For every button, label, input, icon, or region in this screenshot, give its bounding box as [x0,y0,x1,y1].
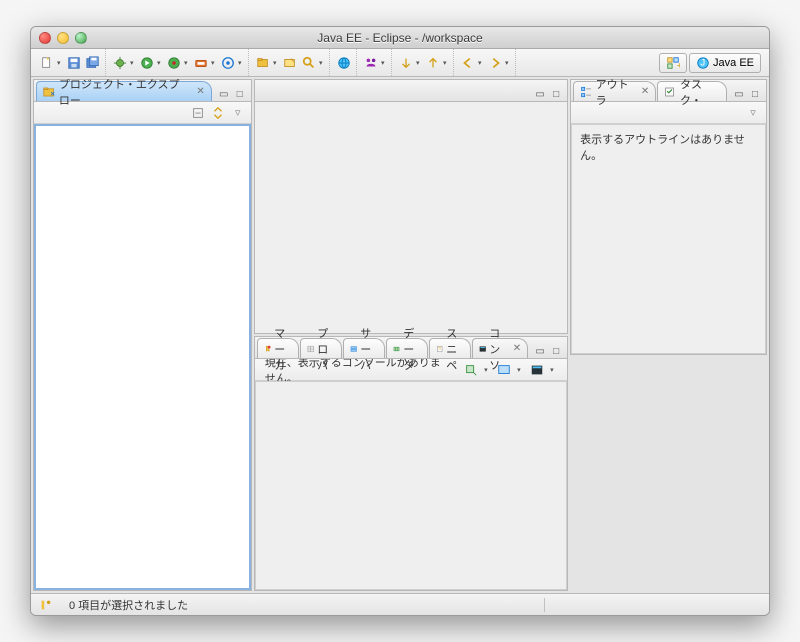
open-console-button[interactable] [528,361,546,379]
forward-button[interactable] [486,54,504,72]
bottom-tabrow: マーカ プロパ サーバ データ スニペ コンソ✕ ▭ □ [255,337,567,359]
console-tab[interactable]: コンソ✕ [472,338,528,358]
servers-tab[interactable]: サーバ [343,338,385,358]
perspective-switcher: + J Java EE [655,53,765,73]
data-tab[interactable]: データ [386,338,428,358]
status-selection-text: 0 項目が選択されました [69,597,188,613]
minimize-outline-button[interactable]: ▭ [732,87,746,101]
nav-next-dropdown[interactable]: ▾ [443,59,450,67]
outline-view: アウトラ✕ タスク・ ▭ □ ▿ 表示するアウトラインはありません。 [570,79,767,355]
new-dropdown[interactable]: ▾ [57,59,64,67]
editor-body[interactable] [255,102,567,333]
collapse-all-button[interactable] [189,104,207,122]
bottom-view: マーカ プロパ サーバ データ スニペ コンソ✕ ▭ □ 現在、表示するコンソー… [254,336,568,591]
snippets-tab-label: スニペ [446,325,464,373]
save-button[interactable] [65,54,83,72]
new-project-dropdown[interactable]: ▾ [273,59,280,67]
maximize-outline-button[interactable]: □ [748,87,762,101]
forward-dropdown[interactable]: ▾ [505,59,512,67]
right-column: アウトラ✕ タスク・ ▭ □ ▿ 表示するアウトラインはありません。 [570,79,767,591]
outline-tabrow: アウトラ✕ タスク・ ▭ □ [571,80,766,102]
main-toolbar: ▾ ▾ ▾ ▾ ▾ ▾ ▾ ▾ ▾ ▾ ▾ ▾ ▾ [31,49,769,77]
open-task-dropdown[interactable]: ▾ [381,59,388,67]
run-last-dropdown[interactable]: ▾ [184,59,191,67]
display-console-dropdown[interactable]: ▾ [517,366,524,374]
web-browser-button[interactable] [335,54,353,72]
back-dropdown[interactable]: ▾ [478,59,485,67]
run-button[interactable] [138,54,156,72]
project-explorer-tab-label: プロジェクト・エクスプロー [59,76,190,108]
snippets-tab[interactable]: スニペ [429,338,471,358]
open-task-button[interactable] [362,54,380,72]
external-tools-dropdown[interactable]: ▾ [211,59,218,67]
open-console-dropdown[interactable]: ▾ [550,366,557,374]
status-icon [39,598,53,612]
titlebar: Java EE - Eclipse - /workspace [31,27,769,49]
minimize-view-button[interactable]: ▭ [217,87,231,101]
tasks-tab[interactable]: タスク・ [657,81,727,101]
nav-next-button[interactable] [424,54,442,72]
close-icon[interactable]: ✕ [638,86,649,97]
new-project-button[interactable] [254,54,272,72]
search-button[interactable] [300,54,318,72]
perspective-label: Java EE [713,57,754,69]
outline-view-menu-button[interactable]: ▿ [744,104,762,122]
external-tools-button[interactable] [192,54,210,72]
properties-tab[interactable]: プロパ [300,338,342,358]
link-editor-button[interactable] [209,104,227,122]
project-explorer-body[interactable] [34,124,251,590]
run-dropdown[interactable]: ▾ [157,59,164,67]
open-perspective-button[interactable]: + [659,53,687,73]
debug-button[interactable] [111,54,129,72]
debug-dropdown[interactable]: ▾ [130,59,137,67]
view-menu-button[interactable]: ▿ [229,104,247,122]
editor-area: ▭ □ [254,79,568,334]
project-explorer-view: プロジェクト・エクスプロー ✕ ▭ □ ▿ [33,79,252,591]
new-button[interactable] [38,54,56,72]
maximize-editor-button[interactable]: □ [549,87,563,101]
maximize-bottom-button[interactable]: □ [549,344,563,358]
markers-tab[interactable]: マーカ [257,338,299,358]
project-explorer-tab[interactable]: プロジェクト・エクスプロー ✕ [36,81,212,101]
data-tab-label: データ [403,325,421,373]
servers-tab-label: サーバ [360,325,378,373]
maximize-view-button[interactable]: □ [233,87,247,101]
svg-text:J: J [700,57,705,68]
markers-tab-label: マーカ [274,325,292,373]
left-column: プロジェクト・エクスプロー ✕ ▭ □ ▿ [33,79,252,591]
search-dropdown[interactable]: ▾ [319,59,326,67]
status-separator [544,598,545,612]
nav-prev-button[interactable] [397,54,415,72]
run-last-button[interactable] [165,54,183,72]
outline-tab-label: アウトラ [596,76,635,108]
team-button[interactable] [219,54,237,72]
svg-text:+: + [677,60,681,70]
close-icon[interactable]: ✕ [193,86,204,97]
outline-body[interactable]: 表示するアウトラインはありません。 [571,124,766,354]
eclipse-window: Java EE - Eclipse - /workspace ▾ ▾ ▾ ▾ ▾… [30,26,770,616]
window-title: Java EE - Eclipse - /workspace [31,31,769,45]
tasks-tab-label: タスク・ [680,76,720,108]
nav-prev-dropdown[interactable]: ▾ [416,59,423,67]
properties-tab-label: プロパ [317,325,335,373]
workarea: プロジェクト・エクスプロー ✕ ▭ □ ▿ [31,77,769,593]
close-icon[interactable]: ✕ [510,343,521,354]
editor-tabrow: ▭ □ [255,80,567,102]
status-bar: 0 項目が選択されました [31,593,769,615]
console-tab-label: コンソ [489,325,507,373]
javaee-perspective-button[interactable]: J Java EE [689,53,761,73]
console-body[interactable] [255,381,567,590]
team-dropdown[interactable]: ▾ [238,59,245,67]
minimize-editor-button[interactable]: ▭ [533,87,547,101]
open-type-button[interactable] [281,54,299,72]
pin-console-button[interactable] [462,361,480,379]
project-explorer-tabrow: プロジェクト・エクスプロー ✕ ▭ □ [34,80,251,102]
minimize-bottom-button[interactable]: ▭ [533,344,547,358]
outline-tab[interactable]: アウトラ✕ [573,81,656,101]
save-all-button[interactable] [84,54,102,72]
middle-column: ▭ □ マーカ プロパ サーバ データ スニペ コンソ✕ ▭ □ [254,79,568,591]
back-button[interactable] [459,54,477,72]
outline-empty-message: 表示するアウトラインはありません。 [572,125,765,169]
